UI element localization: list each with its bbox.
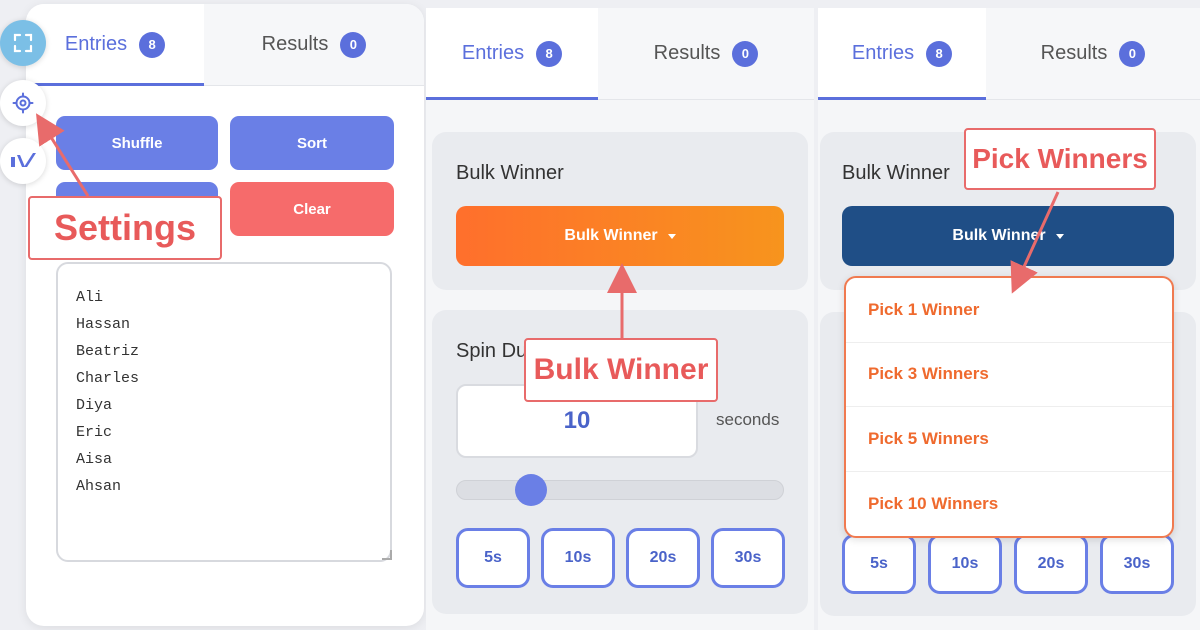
bulk-winner-button-label: Bulk Winner — [564, 227, 658, 244]
tab-entries[interactable]: Entries 8 — [26, 4, 204, 86]
gear-icon — [12, 92, 34, 114]
settings-button[interactable] — [0, 80, 46, 126]
preset-5s-button[interactable]: 5s — [456, 528, 530, 588]
bulk-winner-button[interactable]: Bulk Winner — [842, 206, 1174, 266]
bulk-winner-button[interactable]: Bulk Winner — [456, 206, 784, 266]
tab-results[interactable]: Results 0 — [986, 8, 1200, 99]
preset-5s-button[interactable]: 5s — [842, 534, 916, 594]
bulk-winner-panel: Entries 8 Results 0 Bulk Winner Bulk Win… — [426, 8, 814, 630]
tab-entries-label: Entries — [461, 42, 525, 64]
preset-30s-button[interactable]: 30s — [711, 528, 785, 588]
sort-button[interactable]: Sort — [230, 116, 394, 170]
duration-slider-thumb[interactable] — [515, 474, 548, 506]
chevron-down-icon — [667, 233, 676, 239]
tab-bar: Entries 8 Results 0 — [426, 8, 814, 100]
preset-10s-button[interactable]: 10s — [541, 528, 615, 588]
chevron-down-icon — [1055, 233, 1064, 239]
tab-entries[interactable]: Entries 8 — [818, 8, 986, 100]
bulk-winner-dropdown: Pick 1 Winner Pick 3 Winners Pick 5 Winn… — [844, 276, 1174, 538]
bulk-winner-card: Bulk Winner Bulk Winner — [432, 132, 808, 290]
tab-entries-label: Entries — [851, 42, 915, 64]
clear-button[interactable]: Clear — [230, 182, 394, 236]
results-count-badge: 0 — [732, 40, 759, 67]
entries-count-badge: 8 — [536, 40, 563, 67]
tab-results[interactable]: Results 0 — [204, 4, 424, 85]
entries-count-badge: 8 — [139, 31, 166, 58]
seconds-label: seconds — [716, 410, 780, 429]
tab-entries[interactable]: Entries 8 — [426, 8, 598, 100]
tab-results-label: Results — [653, 42, 721, 64]
preset-20s-button[interactable]: 20s — [1014, 534, 1088, 594]
entries-count-badge: 8 — [926, 40, 953, 67]
fullscreen-button[interactable] — [0, 20, 46, 66]
entries-panel: Entries 8 Results 0 Shuffle Sort Clear A… — [26, 4, 424, 626]
app-logo-button[interactable] — [0, 138, 46, 184]
pick-10-winners-option[interactable]: Pick 10 Winners — [846, 472, 1172, 537]
bulk-winner-heading: Bulk Winner — [456, 162, 564, 184]
tab-entries-label: Entries — [64, 33, 128, 55]
bulk-winner-button-label: Bulk Winner — [952, 227, 1046, 244]
pick-winners-callout: Pick Winners — [964, 128, 1156, 190]
tab-results[interactable]: Results 0 — [598, 8, 814, 99]
pick-1-winner-option[interactable]: Pick 1 Winner — [846, 278, 1172, 343]
resize-grip-icon[interactable] — [382, 550, 392, 560]
shuffle-button[interactable]: Shuffle — [56, 116, 218, 170]
preset-30s-button[interactable]: 30s — [1100, 534, 1174, 594]
tab-bar: Entries 8 Results 0 — [818, 8, 1200, 100]
pick-3-winners-option[interactable]: Pick 3 Winners — [846, 343, 1172, 407]
settings-callout: Settings — [28, 196, 222, 260]
entries-textarea[interactable]: Ali Hassan Beatriz Charles Diya Eric Ais… — [56, 262, 392, 562]
bulk-winner-callout: Bulk Winner — [524, 338, 718, 402]
tab-bar: Entries 8 Results 0 — [26, 4, 424, 86]
tab-results-label: Results — [1040, 42, 1108, 64]
preset-10s-button[interactable]: 10s — [928, 534, 1002, 594]
duration-slider-track[interactable] — [456, 480, 784, 500]
fullscreen-icon — [13, 33, 33, 53]
results-count-badge: 0 — [1119, 40, 1146, 67]
tab-results-label: Results — [261, 33, 329, 55]
bulk-winner-heading: Bulk Winner — [842, 162, 950, 184]
results-count-badge: 0 — [340, 31, 367, 58]
spin-duration-heading: Spin Du — [456, 340, 528, 362]
app-logo-icon — [11, 153, 36, 167]
preset-20s-button[interactable]: 20s — [626, 528, 700, 588]
pick-5-winners-option[interactable]: Pick 5 Winners — [846, 407, 1172, 472]
